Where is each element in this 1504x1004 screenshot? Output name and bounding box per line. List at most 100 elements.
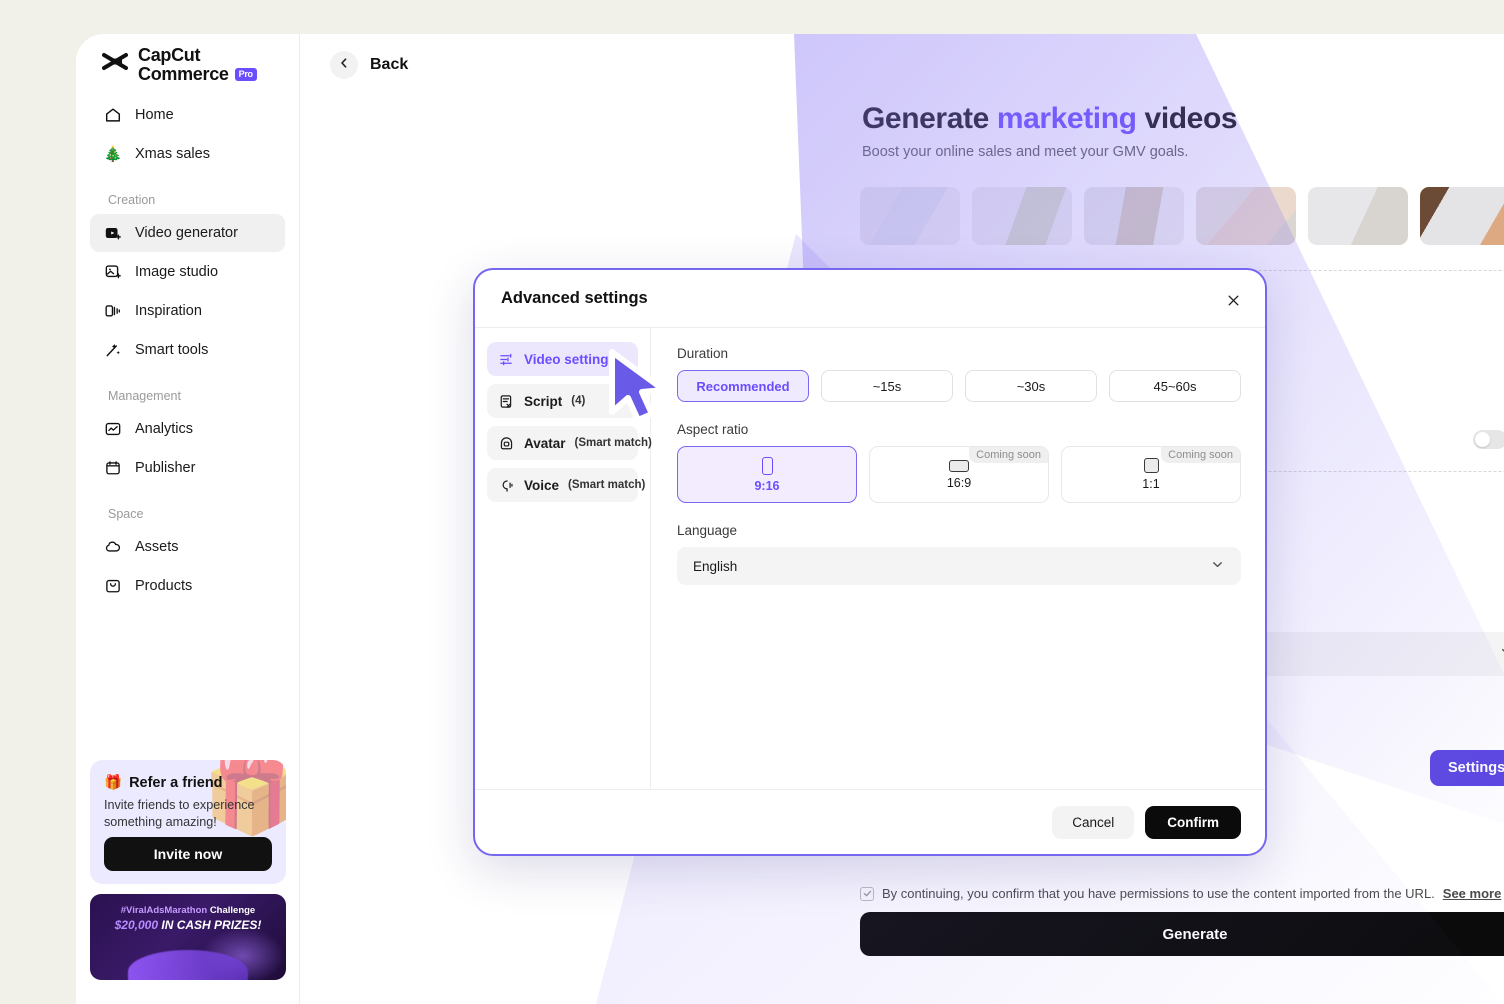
logo-line2: Commerce Pro — [138, 64, 257, 85]
duration-option-recommended[interactable]: Recommended — [677, 370, 809, 402]
generate-button[interactable]: Generate — [860, 912, 1504, 956]
sidebar-item-inspiration[interactable]: Inspiration — [90, 292, 285, 330]
coming-soon-badge: Coming soon — [969, 447, 1048, 463]
promo-line-1: #ViralAdsMarathon Challenge — [90, 905, 286, 916]
promo-amount: $20,000 — [114, 918, 159, 932]
aspect-ratio-option-16-9[interactable]: Coming soon 16:9 — [869, 446, 1049, 503]
tab-avatar[interactable]: Avatar (Smart match) — [487, 426, 652, 460]
christmas-tree-icon: 🎄 — [103, 146, 123, 163]
language-select[interactable]: English — [677, 547, 1241, 585]
sidebar-item-label: Home — [135, 107, 174, 123]
portrait-frame-icon — [761, 456, 773, 475]
sidebar-item-label: Products — [135, 578, 193, 594]
tab-suffix: (Smart match) — [574, 437, 652, 449]
confirm-button[interactable]: Confirm — [1145, 805, 1241, 839]
image-studio-icon — [103, 262, 123, 282]
sidebar: CapCut Commerce Pro Home 🎄 Xmas sales Cr… — [76, 34, 300, 1004]
promo-line-2: $20,000 IN CASH PRIZES! — [90, 918, 286, 932]
refer-card-description: Invite friends to experience something a… — [104, 798, 255, 829]
sidebar-section-management-label: Management — [108, 389, 181, 403]
sidebar-item-label: Inspiration — [135, 303, 202, 319]
aspect-ratio-option-1-1[interactable]: Coming soon 1:1 — [1061, 446, 1241, 503]
script-icon — [498, 393, 515, 410]
dialog-tab-list: Video settings Script (4) Avatar (Smart … — [475, 328, 652, 789]
sidebar-item-label: Xmas sales — [135, 146, 210, 162]
capcut-logo-icon — [102, 52, 130, 77]
tab-voice[interactable]: Voice (Smart match) — [487, 468, 645, 502]
sidebar-top-items: Home 🎄 Xmas sales — [76, 96, 299, 173]
dialog-panel-video-settings: Duration Recommended ~15s ~30s 45~60s As… — [651, 328, 1265, 789]
sidebar-item-label: Analytics — [135, 421, 194, 437]
advanced-settings-dialog: Advanced settings Video settings Script … — [473, 268, 1267, 856]
magic-wand-icon — [103, 340, 123, 360]
sidebar-item-label: Publisher — [135, 460, 196, 476]
sidebar-item-home[interactable]: Home — [90, 96, 285, 134]
logo-text: CapCut Commerce Pro — [138, 46, 257, 84]
product-thumbnail[interactable] — [860, 187, 960, 245]
aspect-ratio-option-9-16[interactable]: 9:16 — [677, 446, 857, 503]
top-bar: Back — [300, 34, 1504, 96]
invite-now-button[interactable]: Invite now — [104, 837, 272, 871]
sidebar-item-products[interactable]: Products — [90, 567, 285, 605]
see-more-link[interactable]: See more — [1443, 886, 1502, 901]
tab-video-settings[interactable]: Video settings — [487, 342, 638, 376]
product-thumbnail-strip — [860, 187, 1504, 257]
sidebar-item-video-generator[interactable]: Video generator — [90, 214, 285, 252]
promo-banner-card[interactable]: #ViralAdsMarathon Challenge $20,000 IN C… — [90, 894, 286, 980]
page-title-part1: Generate — [862, 102, 997, 135]
app-logo[interactable]: CapCut Commerce Pro — [102, 46, 257, 92]
sidebar-item-image-studio[interactable]: Image studio — [90, 253, 285, 291]
tab-script[interactable]: Script (4) — [487, 384, 638, 418]
consent-checkbox[interactable] — [860, 886, 874, 901]
chevron-down-icon — [1210, 557, 1225, 575]
dialog-header: Advanced settings — [475, 270, 1265, 328]
sidebar-item-publisher[interactable]: Publisher — [90, 449, 285, 487]
pro-badge: Pro — [234, 67, 257, 82]
language-selected-value: English — [693, 558, 738, 574]
promo-art-decoration — [128, 950, 248, 980]
aspect-ratio-label-value: 16:9 — [946, 475, 972, 490]
sidebar-item-smart-tools[interactable]: Smart tools — [90, 331, 285, 369]
square-frame-icon — [1143, 458, 1159, 473]
page-panel: CapCut Commerce Pro Home 🎄 Xmas sales Cr… — [76, 34, 1504, 1004]
consent-row: By continuing, you confirm that you have… — [860, 886, 1501, 901]
publisher-icon — [103, 458, 123, 478]
consent-text: By continuing, you confirm that you have… — [882, 886, 1435, 901]
product-thumbnail[interactable] — [1084, 187, 1184, 245]
duration-option-15s[interactable]: ~15s — [821, 370, 953, 402]
chevron-down-icon[interactable] — [1499, 644, 1504, 664]
duration-option-45-60s[interactable]: 45~60s — [1109, 370, 1241, 402]
dialog-body: Video settings Script (4) Avatar (Smart … — [475, 328, 1265, 789]
dialog-title: Advanced settings — [501, 289, 648, 307]
video-generator-icon — [103, 223, 123, 243]
refer-card-title: Refer a friend — [129, 774, 223, 791]
product-thumbnail[interactable] — [972, 187, 1072, 245]
product-thumbnail[interactable] — [1196, 187, 1296, 245]
app-root: CapCut Commerce Pro Home 🎄 Xmas sales Cr… — [0, 0, 1504, 1004]
home-icon — [103, 105, 123, 125]
page-subtitle: Boost your online sales and meet your GM… — [862, 144, 1189, 160]
sidebar-item-analytics[interactable]: Analytics — [90, 410, 285, 448]
sidebar-item-xmas-sales[interactable]: 🎄 Xmas sales — [90, 135, 285, 173]
sidebar-item-assets[interactable]: Assets — [90, 528, 285, 566]
settings-button[interactable]: Settings — [1430, 750, 1504, 786]
inspiration-icon — [103, 301, 123, 321]
products-icon — [103, 576, 123, 596]
promo-hashtag: #ViralAdsMarathon — [120, 905, 208, 916]
product-thumbnail[interactable] — [1308, 187, 1408, 245]
media-toggle-switch[interactable] — [1473, 430, 1504, 449]
duration-option-30s[interactable]: ~30s — [965, 370, 1097, 402]
logo-line2-text: Commerce — [138, 64, 229, 85]
landscape-frame-icon — [949, 459, 969, 472]
back-button[interactable] — [330, 51, 358, 79]
back-label[interactable]: Back — [370, 56, 408, 74]
close-icon[interactable] — [1221, 288, 1245, 312]
product-thumbnail[interactable] — [1420, 187, 1504, 245]
cloud-icon — [103, 537, 123, 557]
refer-a-friend-card: 🎁 🎁 Refer a friend Invite friends to exp… — [90, 760, 286, 884]
tab-label: Voice — [524, 477, 560, 493]
voice-icon — [498, 477, 515, 494]
chevron-left-icon — [338, 56, 350, 74]
dialog-footer: Cancel Confirm — [475, 789, 1265, 854]
cancel-button[interactable]: Cancel — [1052, 805, 1135, 839]
